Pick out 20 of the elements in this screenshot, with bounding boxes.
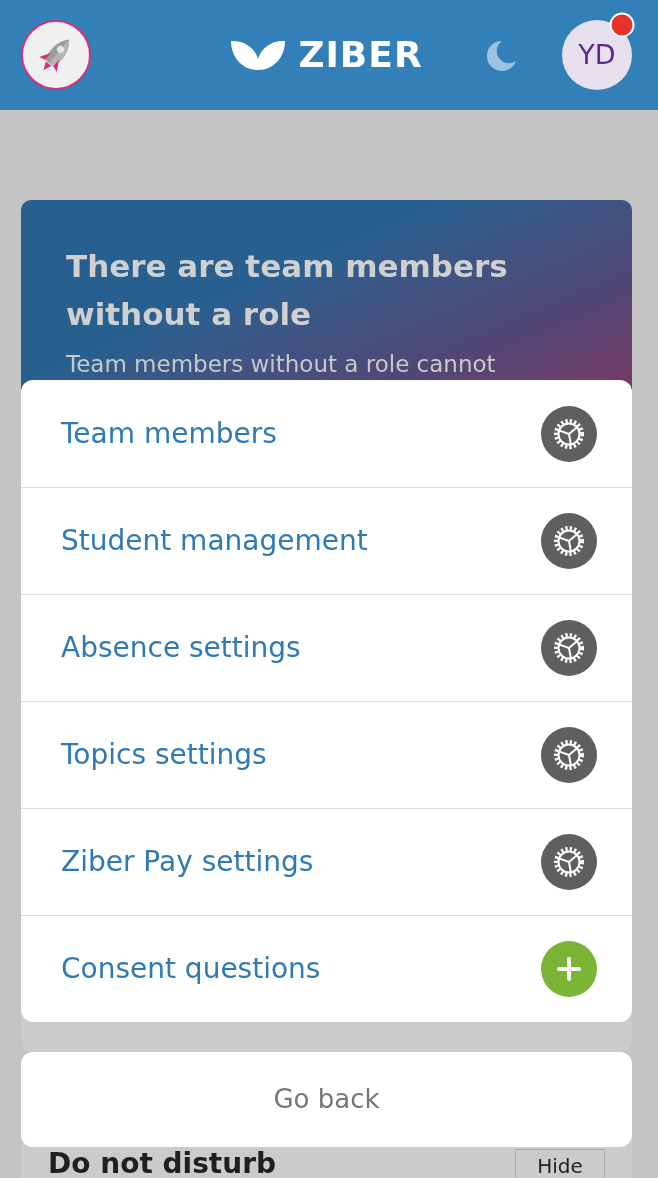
menu-item[interactable]: Topics settings	[21, 701, 632, 808]
gear-icon	[541, 513, 597, 569]
gear-icon	[541, 405, 597, 462]
avatar-button[interactable]: YD	[562, 20, 632, 90]
menu-item[interactable]: Absence settings	[21, 594, 632, 701]
hide-button[interactable]: Hide	[515, 1149, 605, 1178]
logo-text: ZIBER	[298, 37, 423, 73]
gear-icon	[541, 834, 597, 890]
banner-text: Team members without a role cannot	[66, 352, 497, 376]
menu-item[interactable]: Consent questions	[21, 915, 632, 1022]
plus-icon	[541, 941, 597, 997]
menu-item[interactable]: Ziber Pay settings	[21, 808, 632, 915]
banner-title: There are team members without a role	[66, 247, 509, 334]
gear-icon	[541, 620, 597, 676]
leaf-logo-icon	[230, 39, 287, 71]
menu-item[interactable]: Student management	[21, 487, 632, 594]
go-back-button[interactable]: Go back	[21, 1052, 632, 1147]
section-title: Do not disturb	[48, 1149, 276, 1178]
menu-item[interactable]: Team members	[21, 380, 632, 487]
gear-icon	[541, 727, 597, 783]
